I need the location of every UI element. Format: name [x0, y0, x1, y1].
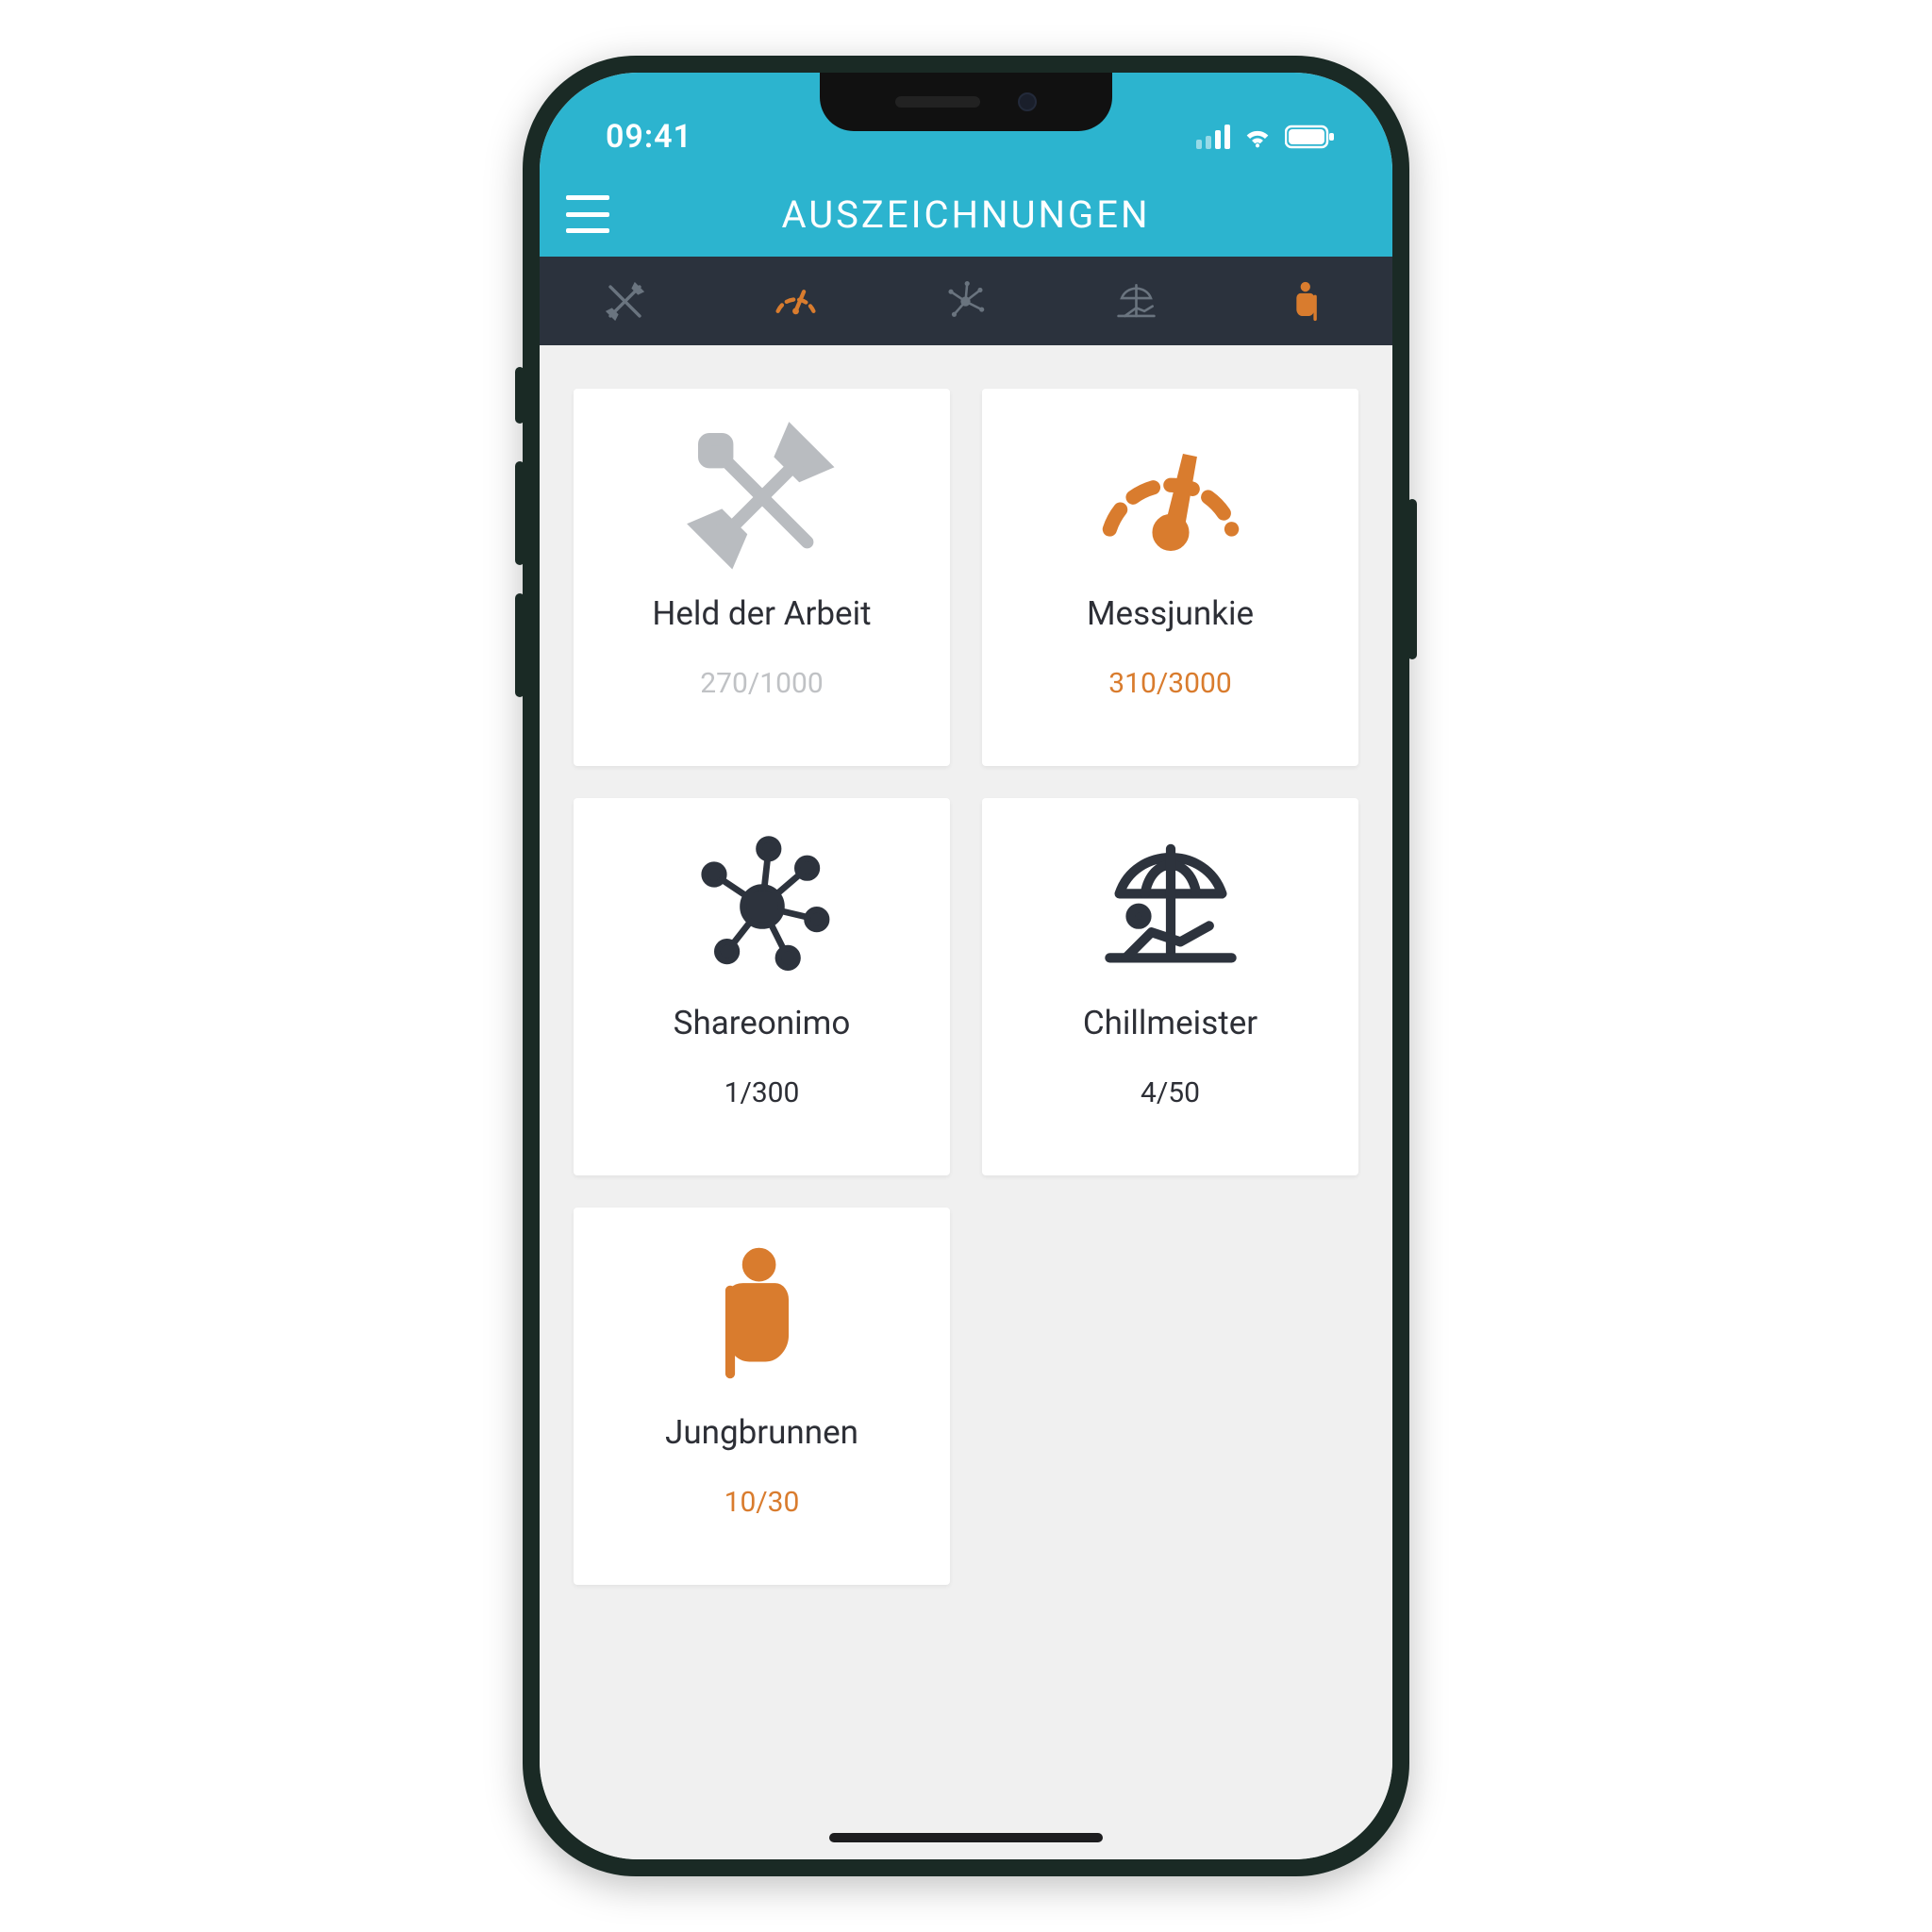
- tab-person[interactable]: [1222, 257, 1392, 345]
- card-title: Chillmeister: [1083, 1004, 1257, 1042]
- side-button: [515, 593, 525, 697]
- card-jungbrunnen[interactable]: Jungbrunnen 10/30: [574, 1208, 950, 1585]
- device-notch: [820, 73, 1112, 131]
- card-title: Jungbrunnen: [665, 1413, 858, 1452]
- gauge-icon: [1091, 417, 1251, 577]
- cellular-icon: [1196, 125, 1230, 149]
- card-progress: 310/3000: [1108, 667, 1231, 700]
- status-icons: [1196, 125, 1336, 149]
- menu-button[interactable]: [566, 195, 609, 233]
- card-title: Messjunkie: [1087, 594, 1254, 633]
- card-title: Shareonimo: [674, 1004, 851, 1042]
- card-title: Held der Arbeit: [652, 594, 871, 633]
- card-shareonimo[interactable]: Shareonimo 1/300: [574, 798, 950, 1175]
- side-button: [1407, 499, 1417, 659]
- tab-tools[interactable]: [540, 257, 710, 345]
- card-progress: 10/30: [724, 1486, 800, 1519]
- achievements-grid: Held der Arbeit 270/1000 Messjunkie 310/…: [540, 345, 1392, 1859]
- gauge-icon: [770, 275, 822, 327]
- side-button: [515, 367, 525, 424]
- card-messjunkie[interactable]: Messjunkie 310/3000: [982, 389, 1358, 766]
- crossed-tools-icon: [682, 417, 842, 577]
- card-progress: 1/300: [724, 1076, 800, 1109]
- card-held-der-arbeit[interactable]: Held der Arbeit 270/1000: [574, 389, 950, 766]
- umbrella-beach-icon: [1110, 275, 1162, 327]
- network-icon: [682, 826, 842, 987]
- crossed-tools-icon: [599, 275, 651, 327]
- person-cane-icon: [682, 1236, 842, 1396]
- card-chillmeister[interactable]: Chillmeister 4/50: [982, 798, 1358, 1175]
- title-bar: AUSZEICHNUNGEN: [540, 172, 1392, 257]
- status-time: 09:41: [606, 118, 692, 156]
- battery-icon: [1285, 125, 1336, 149]
- umbrella-beach-icon: [1091, 826, 1251, 987]
- side-button: [515, 461, 525, 565]
- wifi-icon: [1241, 125, 1274, 149]
- screen: 09:41 AUSZEICHNUNGEN: [540, 73, 1392, 1859]
- tab-gauge[interactable]: [710, 257, 881, 345]
- category-tabs: [540, 257, 1392, 345]
- home-indicator[interactable]: [829, 1833, 1103, 1842]
- person-cane-icon: [1281, 275, 1333, 327]
- card-progress: 4/50: [1141, 1076, 1200, 1109]
- tab-relax[interactable]: [1051, 257, 1222, 345]
- card-progress: 270/1000: [700, 667, 823, 700]
- page-title: AUSZEICHNUNGEN: [540, 192, 1392, 237]
- phone-frame: 09:41 AUSZEICHNUNGEN: [523, 56, 1409, 1876]
- tab-network[interactable]: [881, 257, 1052, 345]
- network-icon: [940, 275, 991, 327]
